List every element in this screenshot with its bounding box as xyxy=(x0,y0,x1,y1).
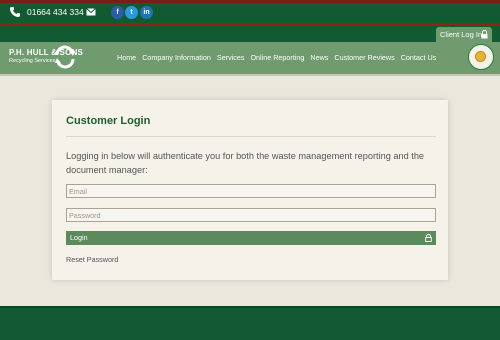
nav-item-home[interactable]: Home xyxy=(117,53,136,62)
main-navigation: P.H. HULL & SONS Recycling Services Home… xyxy=(0,42,500,74)
header-green-strip xyxy=(0,26,500,42)
lock-icon xyxy=(481,30,488,39)
reset-password-link[interactable]: Reset Password xyxy=(66,255,118,264)
top-contact-bar: 01664 434 334 f t in xyxy=(0,3,500,23)
login-button-label: Login xyxy=(70,233,88,242)
login-card: Customer Login Logging in below will aut… xyxy=(52,100,448,280)
login-title: Customer Login xyxy=(66,115,151,127)
password-field[interactable]: Password xyxy=(66,208,436,222)
footer xyxy=(0,306,500,340)
nav-item-services[interactable]: Services xyxy=(217,53,245,62)
nav-menu: Home Company Information Services Online… xyxy=(117,53,442,62)
title-divider xyxy=(66,136,436,137)
lock-icon xyxy=(425,234,432,242)
login-button[interactable]: Login xyxy=(66,231,436,245)
nav-item-news[interactable]: News xyxy=(310,53,328,62)
nav-item-customer-reviews[interactable]: Customer Reviews xyxy=(334,53,394,62)
client-login-button[interactable]: Client Log In xyxy=(436,27,492,42)
nav-divider xyxy=(0,74,500,76)
mail-icon[interactable] xyxy=(86,8,96,16)
facebook-icon[interactable]: f xyxy=(111,6,124,19)
email-field[interactable]: Email xyxy=(66,184,436,198)
linkedin-icon[interactable]: in xyxy=(140,6,153,19)
badge-center xyxy=(475,51,486,62)
client-login-label: Client Log In xyxy=(440,30,483,39)
login-description: Logging in below will authenticate you f… xyxy=(66,151,425,175)
recycle-arrows-icon xyxy=(55,45,75,69)
nav-item-company-information[interactable]: Company Information xyxy=(142,53,211,62)
footer-top-line xyxy=(0,306,500,308)
twitter-icon[interactable]: t xyxy=(125,6,138,19)
certification-badge-icon xyxy=(468,44,494,70)
nav-item-online-reporting[interactable]: Online Reporting xyxy=(250,53,304,62)
phone-icon xyxy=(10,7,20,17)
nav-item-contact-us[interactable]: Contact Us xyxy=(401,53,437,62)
phone-number[interactable]: 01664 434 334 xyxy=(27,7,84,17)
